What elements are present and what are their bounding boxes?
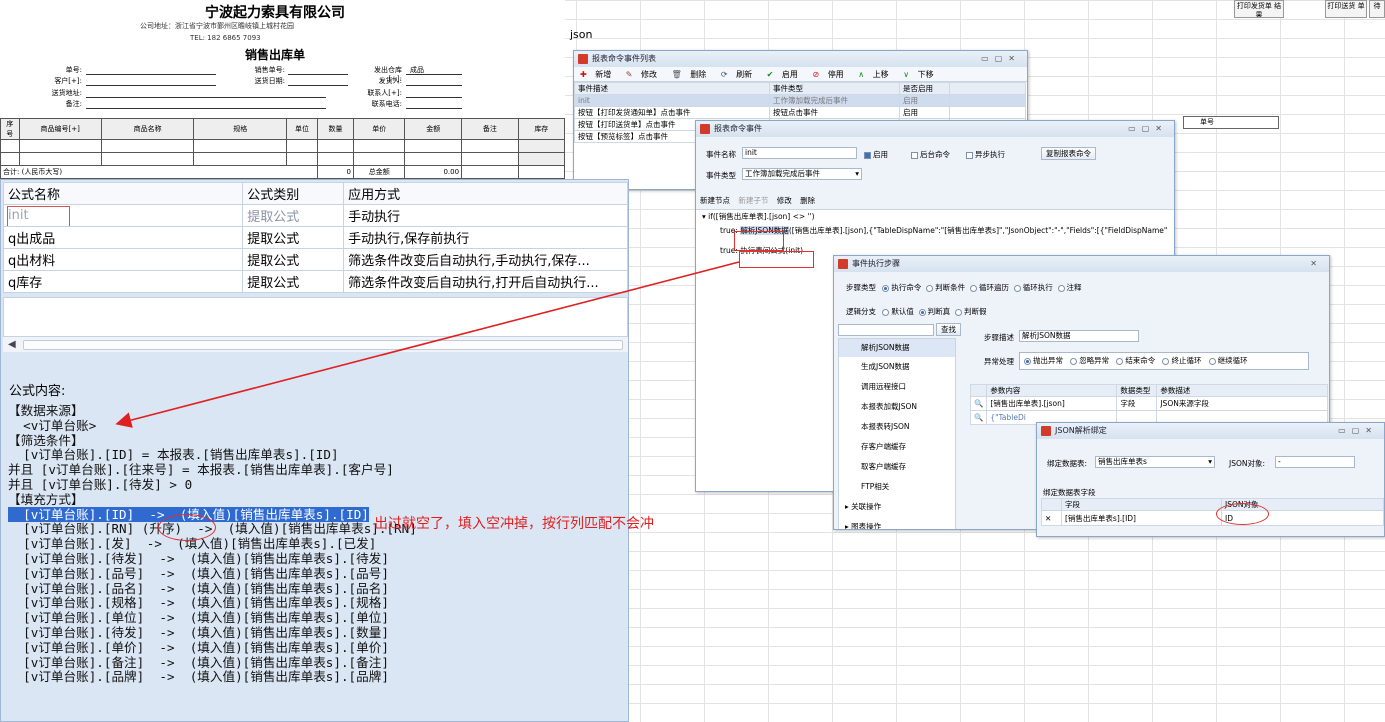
annotation-arrow	[115, 261, 740, 428]
